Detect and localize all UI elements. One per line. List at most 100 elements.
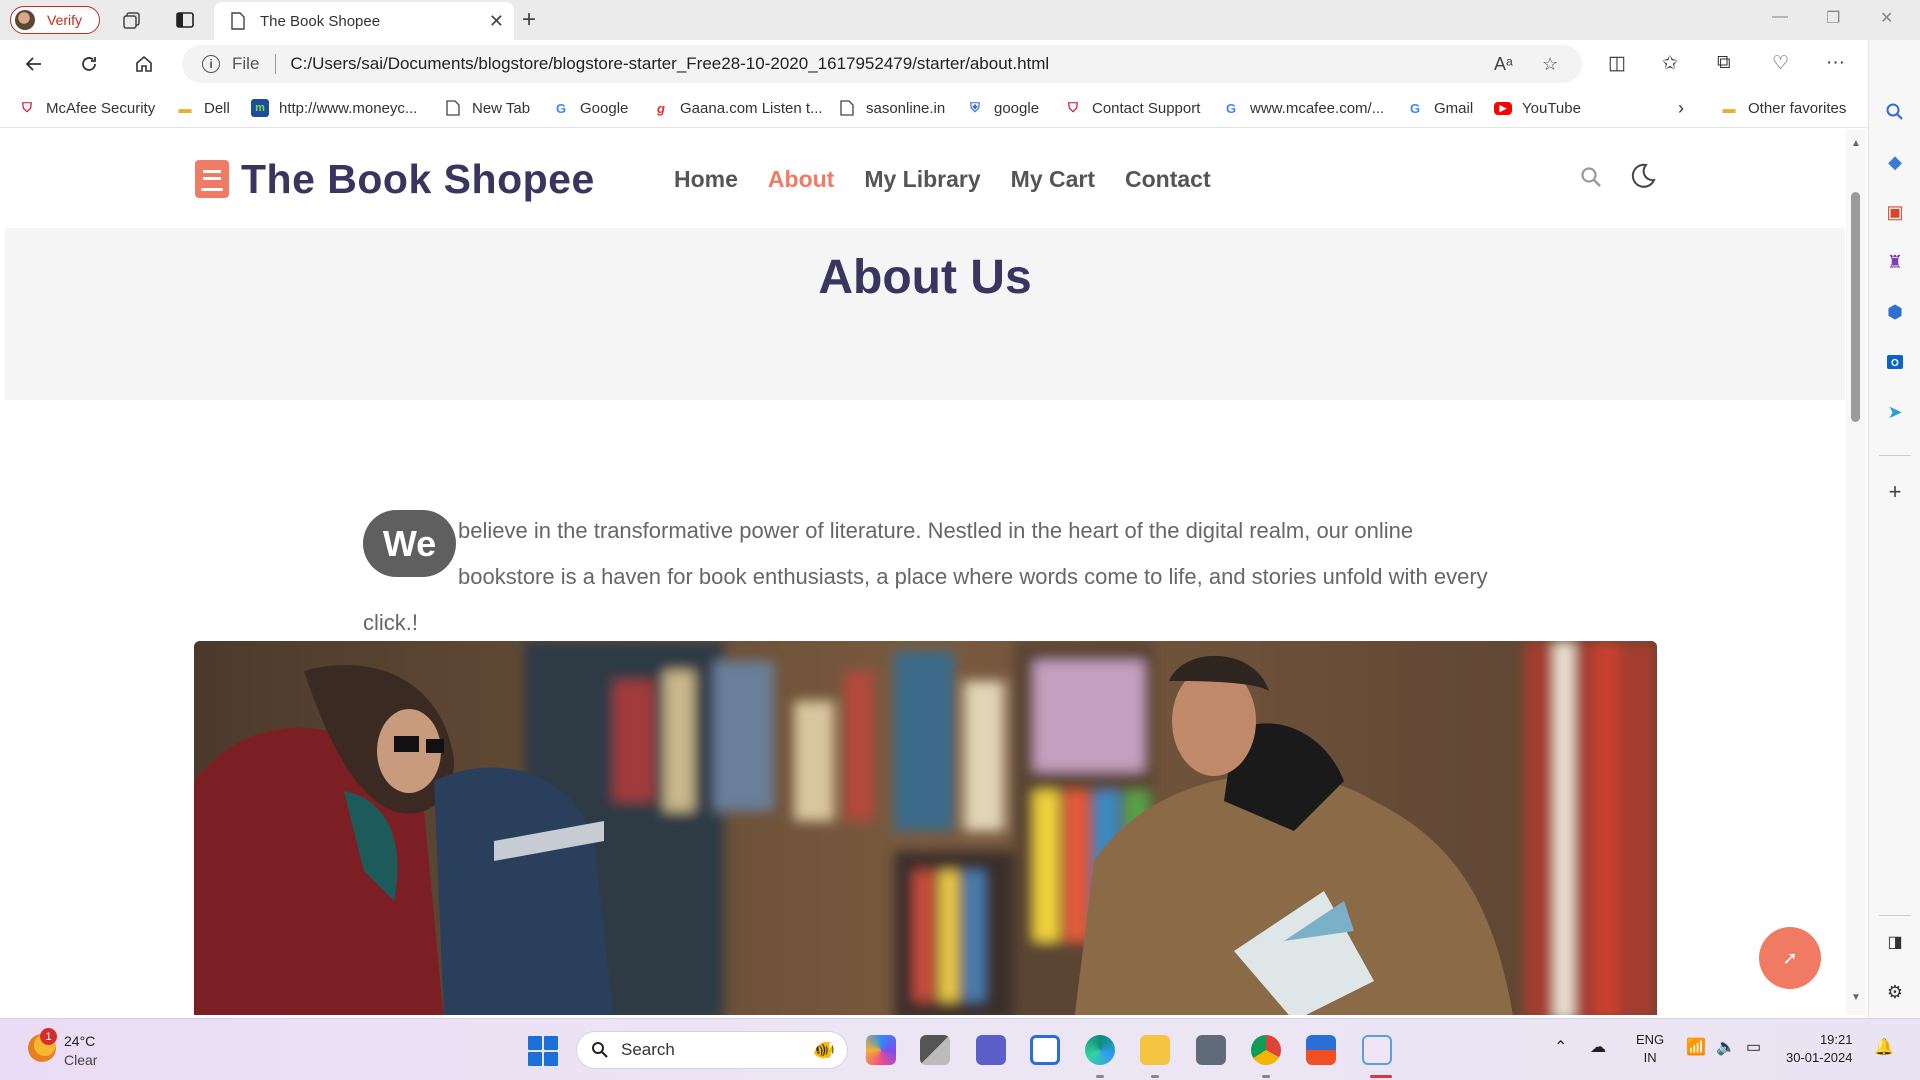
nav-my-cart[interactable]: My Cart [1011,166,1095,193]
bookmark-youtube[interactable]: ▶ YouTube [1494,97,1581,119]
camera-app-icon[interactable] [1196,1035,1226,1065]
edge-app-icon[interactable] [1085,1035,1115,1065]
copilot-app-icon[interactable] [866,1035,896,1065]
site-header: The Book Shopee Home About My Library My… [5,130,1845,228]
site-info-icon[interactable]: i [202,55,220,73]
bookmark-mcafee-security[interactable]: ⛉ McAfee Security [18,97,155,119]
home-icon[interactable] [132,52,156,76]
weather-temperature[interactable]: 24°C [64,1033,95,1049]
sidebar-search-icon[interactable] [1883,100,1907,124]
bookmark-google[interactable]: G Google [552,97,628,119]
task-view-icon[interactable] [920,1035,950,1065]
bookmark-dell[interactable]: ▬ Dell [176,97,230,119]
weather-alert-badge: 1 [40,1028,57,1045]
widgets-window-icon[interactable] [1030,1035,1060,1065]
bookmark-gaana[interactable]: g Gaana.com Listen t... [652,97,823,119]
send-icon[interactable]: ➤ [1883,400,1907,424]
onedrive-offline-icon[interactable]: ☁ [1590,1037,1606,1057]
favorite-star-icon[interactable]: ☆ [1542,54,1558,75]
games-chess-icon[interactable]: ♜ [1883,250,1907,274]
vertical-tabs-icon[interactable] [173,8,197,32]
minimize-icon[interactable]: — [1772,8,1788,26]
show-hidden-icons-chevron-icon[interactable]: ⌃ [1554,1037,1567,1057]
bookmark-label: google [994,99,1040,117]
profile-button[interactable]: Verify [10,6,100,34]
battery-icon[interactable]: ▭ [1746,1037,1761,1057]
workspaces-icon[interactable] [120,8,144,32]
volume-icon[interactable]: 🔈 [1716,1037,1736,1057]
tab-the-book-shopee[interactable]: The Book Shopee ✕ [214,2,514,40]
bookmark-gmail[interactable]: G Gmail [1406,97,1473,119]
add-to-sidebar-icon[interactable]: + [1883,479,1907,504]
read-aloud-icon[interactable]: A͏ᵃ [1494,54,1513,75]
browser-essentials-icon[interactable]: ♡ [1772,52,1789,75]
page-scrollbar[interactable]: ▲ ▼ [1846,130,1866,1015]
url-divider [275,54,277,74]
snipping-tool-icon[interactable] [1362,1035,1392,1065]
profile-label: Verify [47,12,83,28]
system-clock[interactable]: 19:21 30-01-2024 [1786,1031,1853,1067]
bookmark-sasonline[interactable]: sasonline.in [838,97,945,119]
back-icon[interactable] [22,52,46,76]
bookmark-mcafee-com[interactable]: Gwww.mcafee.com/... [1222,97,1384,119]
microsoft-store-icon[interactable] [1306,1035,1336,1065]
new-tab-icon[interactable]: + [522,6,536,34]
wifi-icon[interactable]: 📶 [1686,1037,1706,1057]
search-icon[interactable] [1580,166,1602,193]
url-text[interactable]: C:/Users/sai/Documents/blogstore/blogsto… [290,54,1049,74]
input-language[interactable]: ENG IN [1636,1031,1664,1067]
scroll-down-arrow-icon[interactable]: ▼ [1851,992,1861,1003]
bookmark-google-lower[interactable]: ⛨ google [966,97,1039,119]
running-indicator [1096,1075,1104,1078]
nav-home[interactable]: Home [674,166,738,193]
gaana-icon: g [657,100,665,116]
youtube-icon: ▶ [1494,101,1512,115]
profile-avatar [15,10,35,30]
file-explorer-icon[interactable] [1140,1035,1170,1065]
search-icon [592,1042,608,1058]
teams-icon[interactable] [976,1035,1006,1065]
collections-icon[interactable]: ⧉ [1717,52,1731,74]
nav-about[interactable]: About [768,166,834,193]
tab-title: The Book Shopee [260,12,381,30]
settings-gear-icon[interactable]: ⚙ [1883,980,1907,1004]
favorites-icon[interactable]: ✩ [1662,52,1678,75]
page-viewport: The Book Shopee Home About My Library My… [5,130,1845,1015]
bookmark-other-favorites[interactable]: ▬ Other favorites [1720,97,1847,119]
hide-sidebar-icon[interactable]: ◨ [1883,930,1907,954]
dark-mode-moon-icon[interactable] [1628,162,1656,195]
chrome-app-icon[interactable] [1251,1035,1281,1065]
scroll-to-top-button[interactable]: ➚ [1759,927,1821,989]
page-icon [444,99,462,117]
bookmark-label: www.mcafee.com/... [1250,99,1385,117]
nav-contact[interactable]: Contact [1125,166,1211,193]
taskbar-search[interactable]: Search 🐠 [576,1031,848,1069]
address-field[interactable]: i File C:/Users/sai/Documents/blogstore/… [182,45,1582,83]
page-icon [838,99,856,117]
address-bar-row: i File C:/Users/sai/Documents/blogstore/… [0,40,1920,88]
google-icon: G [1225,100,1237,116]
more-menu-icon[interactable]: ··· [1826,52,1845,74]
restore-icon[interactable]: ❐ [1826,8,1840,28]
chevron-right-icon[interactable]: › [1678,97,1684,119]
weather-condition[interactable]: Clear [64,1052,97,1068]
split-screen-icon[interactable]: ◫ [1608,52,1626,75]
bookmark-moneycontrol[interactable]: m http://www.moneyc... [251,97,417,119]
close-window-icon[interactable]: ✕ [1880,8,1893,28]
microsoft-365-icon[interactable]: ⬢ [1883,300,1907,324]
refresh-icon[interactable] [77,52,101,76]
tools-briefcase-icon[interactable]: ▣ [1883,200,1907,224]
site-logo-text[interactable]: The Book Shopee [241,156,595,203]
nav-my-library[interactable]: My Library [864,166,980,193]
start-button[interactable] [528,1036,558,1066]
notification-bell-icon[interactable]: 🔔 [1874,1037,1894,1057]
book-logo-icon[interactable] [195,160,229,198]
scroll-up-arrow-icon[interactable]: ▲ [1851,138,1861,149]
outlook-icon[interactable]: O [1883,350,1907,374]
bookmark-contact-support[interactable]: ⛉ Contact Support [1064,97,1200,119]
running-indicator [1151,1075,1159,1078]
bookmark-new-tab[interactable]: New Tab [444,97,530,119]
close-tab-icon[interactable]: ✕ [489,11,504,32]
scrollbar-thumb[interactable] [1851,192,1860,422]
shopping-tag-icon[interactable]: ◆ [1883,150,1907,174]
